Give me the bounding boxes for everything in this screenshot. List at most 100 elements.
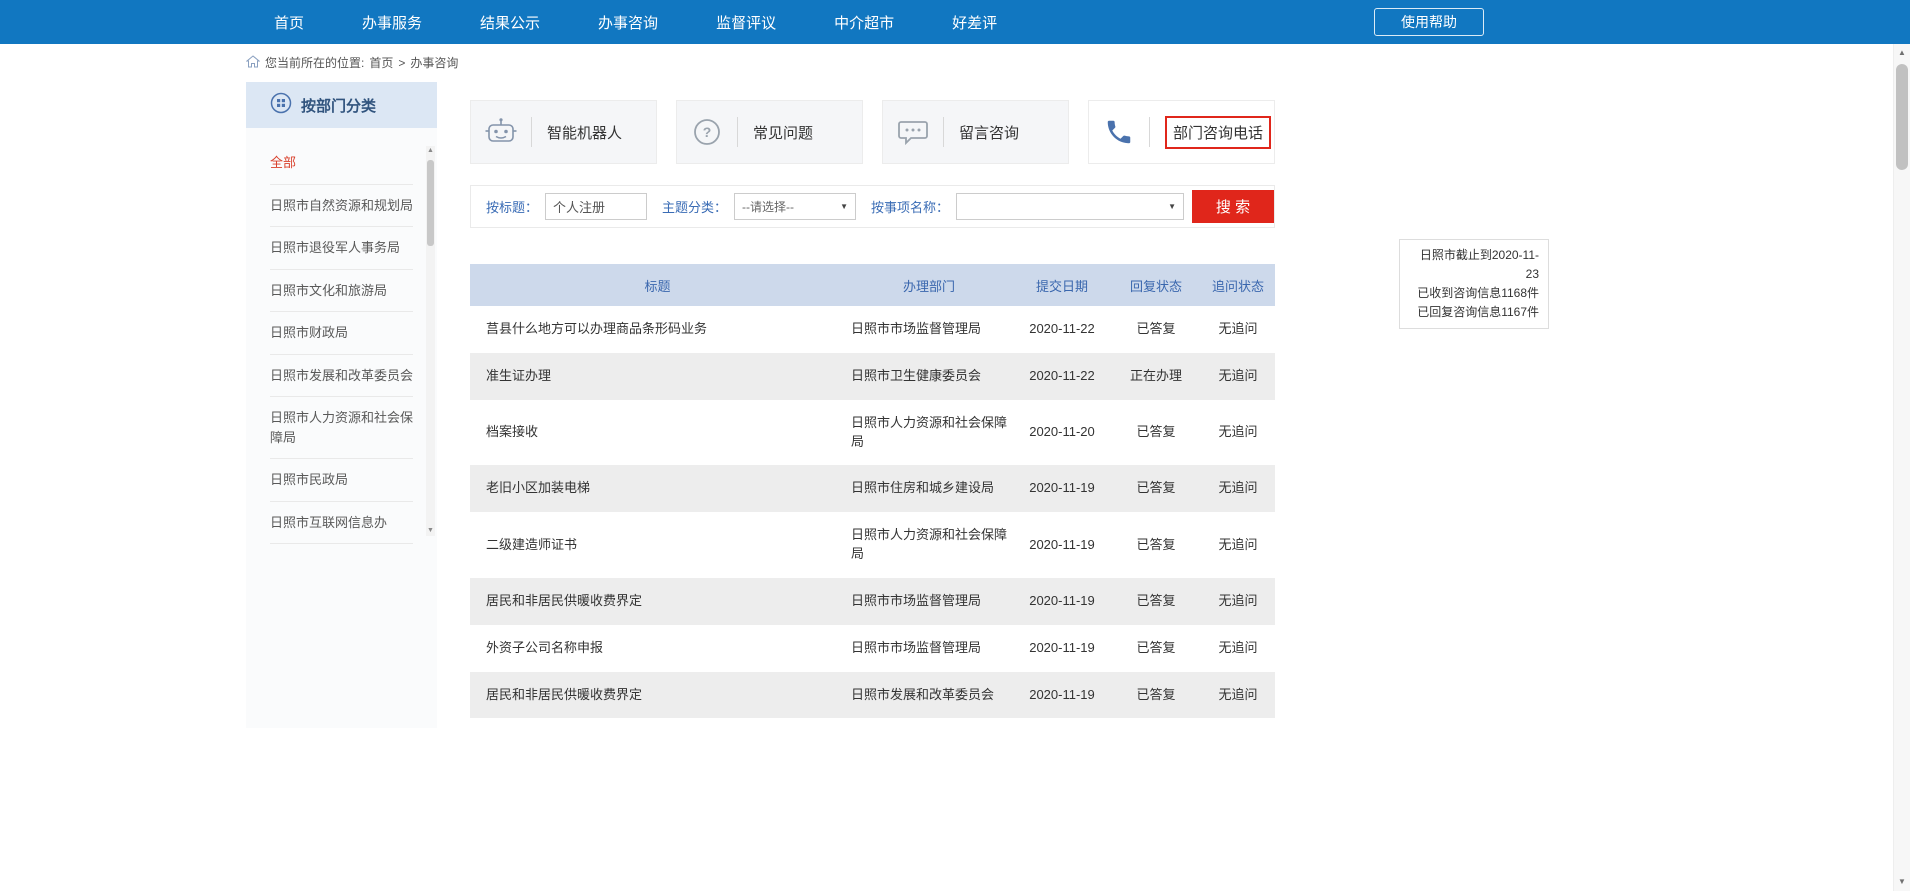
card-divider [737,117,738,147]
sidebar-item[interactable]: 日照市民政局 [270,459,413,502]
row-title[interactable]: 居民和非居民供暖收费界定 [470,578,845,625]
phone-icon [1089,117,1149,147]
scroll-up-icon[interactable]: ▲ [426,146,435,156]
table-row[interactable]: 居民和非居民供暖收费界定日照市市场监督管理局2020-11-19已答复无追问 [470,578,1275,625]
table-row[interactable]: 二级建造师证书日照市人力资源和社会保障局2020-11-19已答复无追问 [470,512,1275,578]
consult-tab-2[interactable]: ?常见问题 [676,100,863,164]
nav-item-5[interactable]: 监督评议 [716,12,776,33]
sidebar-scrollbar[interactable]: ▲ ▼ [426,146,435,536]
sidebar-header: 按部门分类 [246,82,437,128]
consult-tab-4[interactable]: 部门咨询电话 [1088,100,1275,164]
top-navigation-bar: 首页 办事服务 结果公示 办事咨询 监督评议 中介超市 好差评 使用帮助 [0,0,1910,44]
search-bar: 按标题： 主题分类： --请选择-- ▼ 按事项名称： ▼ 搜 索 [470,185,1275,228]
row-reply-status: 已答复 [1111,512,1201,578]
home-icon [246,55,260,71]
row-department: 日照市市场监督管理局 [845,306,1013,353]
row-department: 日照市市场监督管理局 [845,625,1013,672]
sidebar-item[interactable]: 日照市互联网信息办 [270,502,413,545]
breadcrumb-home-link[interactable]: 首页 [369,54,393,71]
department-list: 全部日照市自然资源和规划局日照市退役军人事务局日照市文化和旅游局日照市财政局日照… [270,142,413,544]
category-select-value: --请选择-- [742,198,794,215]
row-followup-status: 无追问 [1201,672,1275,719]
table-row[interactable]: 莒县什么地方可以办理商品条形码业务日照市市场监督管理局2020-11-22已答复… [470,306,1275,353]
row-reply-status: 正在办理 [1111,353,1201,400]
column-header: 回复状态 [1111,264,1201,306]
category-select[interactable]: --请选择-- ▼ [734,193,856,220]
table-row[interactable]: 居民和非居民供暖收费界定日照市发展和改革委员会2020-11-19已答复无追问 [470,672,1275,719]
consult-channel-tabs: 智能机器人 ?常见问题 留言咨询 部门咨询电话 [470,100,1275,164]
row-department: 日照市人力资源和社会保障局 [845,512,1013,578]
sidebar-item[interactable]: 日照市发展和改革委员会 [270,355,413,398]
table-header-row: 标题办理部门提交日期回复状态追问状态 [470,264,1275,306]
sidebar-item[interactable]: 日照市自然资源和规划局 [270,185,413,228]
help-button[interactable]: 使用帮助 [1374,8,1484,36]
nav-item-4[interactable]: 办事咨询 [598,12,658,33]
row-followup-status: 无追问 [1201,625,1275,672]
row-title[interactable]: 老旧小区加装电梯 [470,465,845,512]
nav-item-6[interactable]: 中介超市 [834,12,894,33]
row-date: 2020-11-19 [1013,625,1111,672]
row-date: 2020-11-19 [1013,578,1111,625]
nav-item-1[interactable]: 首页 [274,12,304,33]
row-date: 2020-11-22 [1013,353,1111,400]
robot-icon [471,117,531,147]
row-title[interactable]: 居民和非居民供暖收费界定 [470,672,845,719]
sidebar-item[interactable]: 日照市财政局 [270,312,413,355]
message-icon [883,117,943,147]
row-reply-status: 已答复 [1111,578,1201,625]
search-button[interactable]: 搜 索 [1192,190,1274,223]
sidebar-item[interactable]: 全部 [270,142,413,185]
scroll-down-icon[interactable]: ▼ [1894,874,1910,890]
chevron-down-icon: ▼ [840,202,848,211]
row-followup-status: 无追问 [1201,578,1275,625]
row-date: 2020-11-19 [1013,672,1111,719]
consult-tab-label: 智能机器人 [547,122,622,143]
nav-item-3[interactable]: 结果公示 [480,12,540,33]
table-row[interactable]: 老旧小区加装电梯日照市住房和城乡建设局2020-11-19已答复无追问 [470,465,1275,512]
table-row[interactable]: 档案接收日照市人力资源和社会保障局2020-11-20已答复无追问 [470,400,1275,466]
stats-line-2: 已收到咨询信息1168件 [1409,284,1539,303]
item-name-label: 按事项名称： [871,197,949,216]
scroll-up-icon[interactable]: ▲ [1894,45,1910,61]
row-title[interactable]: 二级建造师证书 [470,512,845,578]
row-reply-status: 已答复 [1111,400,1201,466]
table-row[interactable]: 准生证办理日照市卫生健康委员会2020-11-22正在办理无追问 [470,353,1275,400]
column-header: 标题 [470,264,845,306]
card-divider [1149,117,1150,147]
consult-tab-3[interactable]: 留言咨询 [882,100,1069,164]
title-search-input[interactable] [545,193,647,220]
sidebar-item[interactable]: 日照市退役军人事务局 [270,227,413,270]
page-scrollbar-thumb[interactable] [1896,64,1908,170]
chevron-down-icon: ▼ [1168,202,1176,211]
table-row[interactable]: 外资子公司名称申报日照市市场监督管理局2020-11-19已答复无追问 [470,625,1275,672]
consult-tab-1[interactable]: 智能机器人 [470,100,657,164]
row-title[interactable]: 外资子公司名称申报 [470,625,845,672]
breadcrumb: 您当前所在的位置: 首页 > 办事咨询 [246,54,458,71]
nav-menu: 首页 办事服务 结果公示 办事咨询 监督评议 中介超市 好差评 [0,0,1910,44]
consult-tab-label: 留言咨询 [959,122,1019,143]
row-title[interactable]: 准生证办理 [470,353,845,400]
item-name-select[interactable]: ▼ [956,193,1184,220]
category-label: 主题分类： [662,197,727,216]
nav-item-2[interactable]: 办事服务 [362,12,422,33]
title-search-label: 按标题： [486,197,538,216]
breadcrumb-prefix: 您当前所在的位置: [265,54,364,71]
row-reply-status: 已答复 [1111,625,1201,672]
nav-item-7[interactable]: 好差评 [952,12,997,33]
consult-tab-label: 部门咨询电话 [1165,116,1271,149]
row-reply-status: 已答复 [1111,672,1201,719]
scroll-down-icon[interactable]: ▼ [426,526,435,536]
stats-line-3: 已回复咨询信息1167件 [1409,303,1539,322]
row-followup-status: 无追问 [1201,512,1275,578]
row-title[interactable]: 档案接收 [470,400,845,466]
row-title[interactable]: 莒县什么地方可以办理商品条形码业务 [470,306,845,353]
card-divider [531,117,532,147]
row-department: 日照市市场监督管理局 [845,578,1013,625]
sidebar-item[interactable]: 日照市文化和旅游局 [270,270,413,313]
sidebar-item[interactable]: 日照市人力资源和社会保障局 [270,397,413,459]
page-scrollbar[interactable]: ▲ ▼ [1893,44,1910,891]
row-date: 2020-11-22 [1013,306,1111,353]
sidebar-scrollbar-thumb[interactable] [427,160,434,246]
row-reply-status: 已答复 [1111,465,1201,512]
consultation-stats-box: 日照市截止到2020-11-23 已收到咨询信息1168件 已回复咨询信息116… [1399,239,1549,329]
